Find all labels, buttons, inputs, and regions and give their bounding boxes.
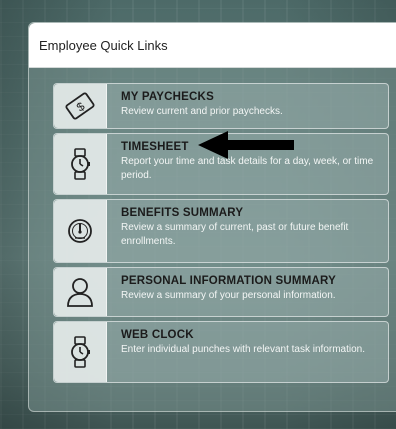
tile-icon-box: $ [54,84,107,128]
watch-icon [71,336,90,368]
link-title: WEB CLOCK [121,329,194,341]
watch-icon [71,148,90,180]
link-title: BENEFITS SUMMARY [121,207,244,219]
tile-icon-box [54,134,107,194]
link-personal-information-summary[interactable]: PERSONAL INFORMATION SUMMARY Review a su… [53,267,389,317]
link-my-paychecks[interactable]: $ MY PAYCHECKS Review current and prior … [53,83,389,129]
link-web-clock[interactable]: WEB CLOCK Enter individual punches with … [53,321,389,383]
person-icon [67,278,93,307]
gauge-icon [68,219,92,243]
panel-header: Employee Quick Links [29,23,396,68]
panel-title: Employee Quick Links [39,37,168,53]
link-description: Enter individual punches with relevant t… [121,344,366,355]
quick-links-list: $ MY PAYCHECKS Review current and prior … [53,83,389,387]
link-title: MY PAYCHECKS [121,91,214,103]
tile-icon-box [54,322,107,382]
paycheck-icon: $ [65,92,95,120]
link-description: Review current and prior paychecks. [121,106,283,117]
link-description: Report your time and task details for a … [121,156,374,181]
tile-icon-box [54,268,107,316]
link-description: Review a summary of your personal inform… [121,290,336,301]
link-title: PERSONAL INFORMATION SUMMARY [121,275,336,287]
link-benefits-summary[interactable]: BENEFITS SUMMARY Review a summary of cur… [53,199,389,263]
quick-links-panel: Employee Quick Links $ MY PAYCHECKS Revi… [28,22,396,412]
tile-icon-box [54,200,107,262]
arrow-left-icon [198,131,294,159]
link-description: Review a summary of current, past or fut… [121,222,349,247]
